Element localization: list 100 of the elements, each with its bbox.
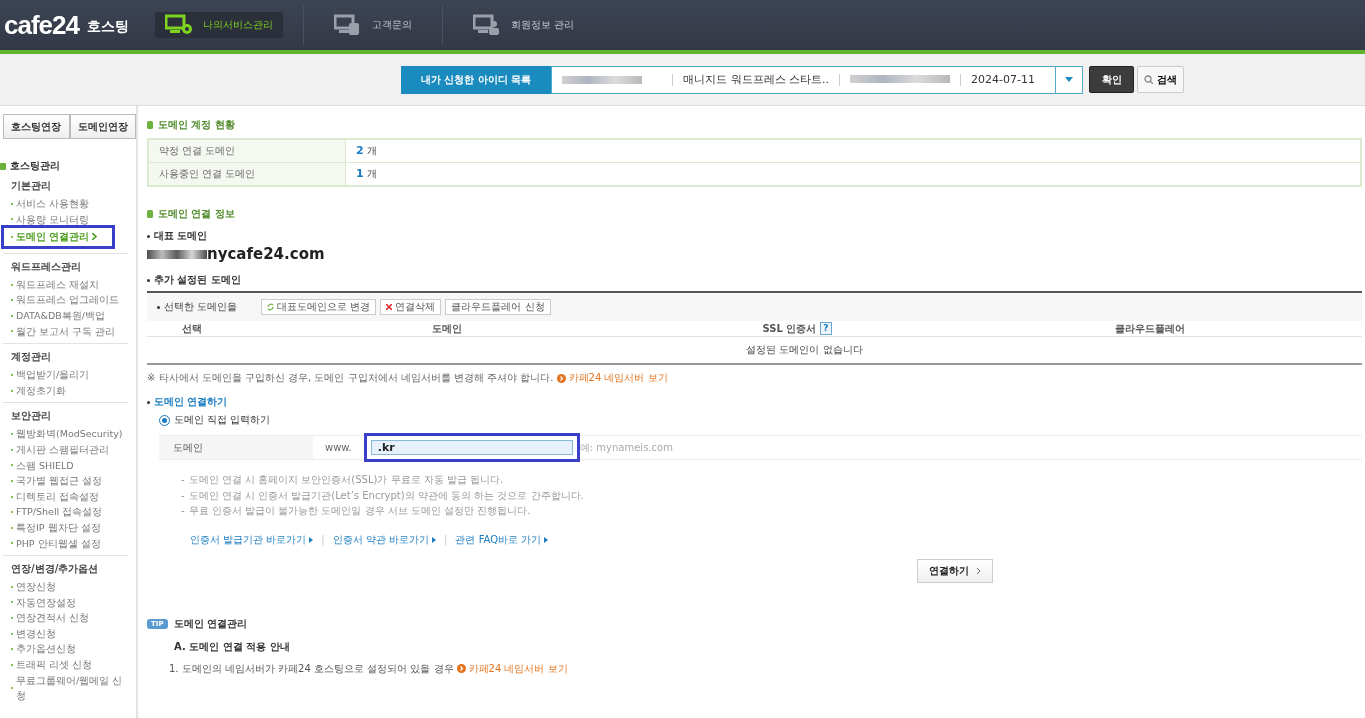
dash-mark: - <box>181 473 185 487</box>
table-cell: 사용중인 연결 도메인 <box>149 162 346 185</box>
column-header: SSL 인증서 <box>762 322 817 336</box>
confirm-button[interactable]: 확인 <box>1089 66 1134 93</box>
action-button[interactable]: 클라우드플레어 신청 <box>445 299 551 315</box>
domain-input-field[interactable]: .kr <box>370 440 573 455</box>
note-text: ※ 타사에서 도메인을 구입하신 경우, 도메인 구입처에서 네임서버를 변경해 주셔야 합니다. <box>147 371 554 385</box>
dash-mark: - <box>181 504 185 518</box>
sidebar-item[interactable]: 추가옵션신청 <box>11 641 128 658</box>
link[interactable]: 인증서 약관 바로가기 <box>332 532 437 547</box>
sidebar-item[interactable]: 워드프레스 업그레이드 <box>11 292 128 308</box>
domain-text: nycafe24.com <box>207 245 325 263</box>
logo[interactable]: cafe24 <box>4 9 79 41</box>
nameserver-link[interactable]: 카페24 네임서버 보기 <box>468 661 568 676</box>
square-bullet-icon <box>147 121 153 129</box>
circle-arrow-icon <box>456 664 466 673</box>
nav-tab[interactable]: 고객문의 <box>323 12 422 38</box>
info-text: 1. 도메인의 네임서버가 카페24 호스팅으로 설정되어 있을 경우 <box>169 661 454 676</box>
person-monitor-icon <box>472 14 501 36</box>
link[interactable]: 관련 FAQ바로 가기 <box>455 532 549 547</box>
sidebar-item[interactable]: 웹방화벽(ModSecurity) <box>11 426 128 442</box>
sidebar-heading: 연장/변경/추가옵션 <box>11 562 100 577</box>
subsection-title: 대표 도메인 <box>154 229 208 243</box>
sidebar-item[interactable]: 워드프레스 재설치 <box>11 276 128 293</box>
square-bullet-icon <box>147 210 153 218</box>
sidebar-item[interactable]: 디렉토리 접속설정 <box>11 488 128 505</box>
section-title: 도메인 연결 정보 <box>158 207 235 221</box>
sidebar-item[interactable]: 사용량 모니터링 <box>11 211 128 228</box>
gear-monitor-icon <box>164 14 193 36</box>
date-text: 2024-07-11 <box>960 73 1045 86</box>
sidebar-item[interactable]: 도메인 연결관리 <box>5 229 111 245</box>
sidebar-button[interactable]: 호스팅연장 <box>3 114 70 139</box>
sidebar-item[interactable]: 변경신청 <box>11 625 128 642</box>
section-title: 도메인 계정 현황 <box>158 118 235 132</box>
id-select[interactable]: 매니지드 워드프레스 스타트.. 2024-07-11 <box>551 65 1083 94</box>
search-button[interactable]: 검색 <box>1137 66 1184 93</box>
id-list-label: 내가 신청한 아이디 목록 <box>401 65 552 94</box>
table-cell-text: 2 개 <box>355 143 378 159</box>
sidebar-item[interactable]: 백업받기/올리기 <box>11 367 128 383</box>
sidebar-item[interactable]: DATA&DB복원/백업 <box>11 307 128 324</box>
field-label: 도메인 <box>159 436 313 459</box>
chevron-icon <box>92 233 98 241</box>
column-header: 선택 <box>181 322 203 336</box>
sidebar-item[interactable]: 월간 보고서 구독 관리 <box>11 323 128 340</box>
refresh-icon <box>267 303 275 311</box>
note-text: 도메인 연결 시 홈페이지 보안인증서(SSL)가 무료로 자동 발급 됩니다. <box>188 473 504 487</box>
section-title: 도메인 연결관리 <box>173 616 247 631</box>
chevron-icon <box>976 567 981 574</box>
connect-button[interactable]: 연결하기 <box>916 558 993 583</box>
sidebar-item[interactable]: FTP/Shell 접속설정 <box>11 504 128 520</box>
sidebar-item[interactable]: 국가별 웹접근 설정 <box>11 473 128 489</box>
prefix-text: www. <box>325 442 352 453</box>
logo-text: 호스팅 <box>86 18 129 36</box>
sidebar-item[interactable]: 트래픽 리셋 신청 <box>11 657 128 673</box>
action-button[interactable]: 대표도메인으로 변경 <box>261 299 377 315</box>
sidebar-item[interactable]: 스팸 SHIELD <box>11 457 128 474</box>
dash-mark: - <box>181 488 185 503</box>
caret-icon <box>1065 77 1073 82</box>
close-icon <box>386 304 393 310</box>
link[interactable]: 인증서 발급기관 바로가기 <box>190 532 314 547</box>
square-bullet-icon <box>0 162 6 170</box>
sidebar-item[interactable]: 특정IP 웹차단 설정 <box>11 519 128 536</box>
link-separator: | <box>444 534 448 545</box>
sidebar-heading: 보안관리 <box>11 409 52 424</box>
blurred-text <box>147 249 207 259</box>
product-name: 매니지드 워드프레스 스타트.. <box>672 73 840 86</box>
radio-button[interactable] <box>159 414 170 426</box>
sidebar-item[interactable]: PHP 안티웹셸 설정 <box>11 535 128 552</box>
column-header: 도메인 <box>431 322 463 336</box>
sidebar-item[interactable]: 연장신청 <box>11 579 128 595</box>
sidebar-item[interactable]: 연장견적서 신청 <box>11 610 128 626</box>
table-cell: 약정 연결 도메인 <box>149 140 346 162</box>
example-text: 예: mynameis.com <box>579 440 673 455</box>
sidebar-item[interactable]: 계정초기화 <box>11 382 128 399</box>
sidebar-item[interactable]: 서비스 사용현황 <box>11 196 128 212</box>
sidebar-button[interactable]: 도메인연장 <box>69 114 136 139</box>
sidebar-item[interactable]: 자동연장설정 <box>11 594 128 611</box>
sidebar-heading: 계정관리 <box>11 350 52 365</box>
empty-message: 설정된 도메인이 없습니다 <box>745 343 864 357</box>
subsection-title: 추가 설정된 도메인 <box>154 273 241 287</box>
action-button[interactable]: 연결삭제 <box>380 299 442 315</box>
nameserver-link[interactable]: 카페24 네임서버 보기 <box>568 371 668 385</box>
sidebar-title: 호스팅관리 <box>10 159 60 173</box>
table-cell: 1 개 <box>346 162 1360 185</box>
column-header: 클라우드플레어 <box>1113 322 1186 336</box>
nav-tab[interactable]: 나의서비스관리 <box>154 12 283 38</box>
sidebar-item[interactable]: 무료그룹웨어/웹메일 신청 <box>11 672 128 704</box>
sidebar-heading: 워드프레스관리 <box>11 259 82 274</box>
subsection-title: 도메인 연결하기 <box>154 395 228 409</box>
phone-monitor-icon <box>333 14 362 36</box>
note-text: 도메인 연결 시 인증서 발급기관(Let’s Encrypt)의 약관에 동의 하는 것으로 간주합니다. <box>188 488 584 503</box>
action-label: 선택한 도메인을 <box>164 300 238 314</box>
subsection-title: A. 도메인 연결 적용 안내 <box>174 639 291 654</box>
nav-tab[interactable]: 회원정보 관리 <box>462 12 585 38</box>
sidebar-item[interactable]: 게시판 스팸필터관리 <box>11 441 128 458</box>
link-separator: | <box>321 534 325 545</box>
help-icon[interactable]: ? <box>820 322 832 335</box>
search-icon <box>1144 75 1153 84</box>
radio-label: 도메인 직접 입력하기 <box>174 413 271 427</box>
note-text: 무료 인증서 발급이 불가능한 도메인일 경우 서브 도메인 설정만 진행됩니다. <box>188 504 531 518</box>
